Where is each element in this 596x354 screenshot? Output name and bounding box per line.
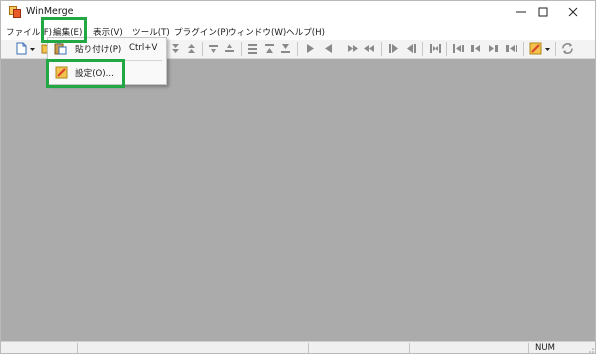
tb-last-diff-button[interactable] xyxy=(223,42,236,55)
tb-copy-left-button[interactable] xyxy=(322,42,335,55)
toolbar-separator xyxy=(202,42,203,56)
new-document-icon xyxy=(16,42,27,55)
num-lock-indicator: NUM xyxy=(535,343,555,353)
current-diff-icon xyxy=(248,44,257,54)
toolbar-separator xyxy=(422,42,423,56)
dropdown-arrow-icon xyxy=(545,48,550,51)
options-icon xyxy=(529,42,542,55)
diff-down-icon xyxy=(281,44,290,53)
merge-middle-icon xyxy=(471,45,480,52)
tb-first-diff-button[interactable] xyxy=(169,42,182,55)
menu-help[interactable]: ヘルプ(H) xyxy=(286,26,325,38)
tb-refresh-button[interactable] xyxy=(561,42,574,55)
settings-menu-item[interactable]: 設定(O)... xyxy=(75,67,114,79)
copy-left-icon xyxy=(325,44,332,53)
copy-right-advance-icon xyxy=(348,45,358,52)
dropdown-arrow-icon xyxy=(30,48,35,51)
tb-merge-middle-button[interactable] xyxy=(469,42,482,55)
status-pane xyxy=(410,343,529,353)
toolbar-separator xyxy=(241,42,242,56)
diff-up-icon xyxy=(265,44,274,53)
tb-current-diff-button[interactable] xyxy=(246,42,259,55)
status-pane xyxy=(1,343,78,353)
winmerge-icon xyxy=(9,6,21,18)
last-diff-icon xyxy=(225,44,234,52)
merge-all-icon xyxy=(506,45,517,52)
tb-next-diff-button[interactable] xyxy=(207,42,220,55)
toolbar-separator xyxy=(555,42,556,56)
tb-diff-up-button[interactable] xyxy=(263,42,276,55)
refresh-icon xyxy=(562,43,573,54)
tb-options-dropdown[interactable] xyxy=(544,42,551,55)
copy-left-advance-icon xyxy=(364,45,374,52)
copy-all-left-icon xyxy=(407,44,416,53)
edit-menu-dropdown: 貼り付け(P) Ctrl+V 設定(O)... xyxy=(47,37,167,85)
toolbar-separator xyxy=(381,42,382,56)
tb-diff-down-button[interactable] xyxy=(279,42,292,55)
first-diff-icon xyxy=(172,44,179,53)
tb-merge-right-button[interactable] xyxy=(487,42,500,55)
status-pane xyxy=(309,343,410,353)
settings-icon xyxy=(55,66,68,79)
tb-copy-right-button[interactable] xyxy=(304,42,317,55)
menu-window[interactable]: ウィンドウ(W) xyxy=(228,26,286,38)
toolbar-separator xyxy=(523,42,524,56)
resize-grip-icon[interactable] xyxy=(586,345,594,353)
tb-merge-all-button[interactable] xyxy=(505,42,518,55)
prev-diff-icon xyxy=(188,44,195,53)
winmerge-window: WinMerge ファイル(F) 編集(E) 表示(V) ツール(T) プラグイ… xyxy=(0,0,596,354)
toolbar-separator xyxy=(446,42,447,56)
paste-menu-item[interactable]: 貼り付け(P) xyxy=(75,43,121,55)
mdi-client-area xyxy=(1,59,595,341)
tb-merge-left-button[interactable] xyxy=(452,42,465,55)
menu-file[interactable]: ファイル(F) xyxy=(6,26,52,38)
maximize-icon xyxy=(538,7,548,17)
new-document-button[interactable] xyxy=(15,42,28,55)
menu-plugins[interactable]: プラグイン(P) xyxy=(174,26,229,38)
tb-copy-all-right-button[interactable] xyxy=(387,42,400,55)
merge-right-icon xyxy=(489,45,498,52)
copy-all-right-icon xyxy=(389,44,398,53)
toolbar-separator xyxy=(297,42,298,56)
menu-separator xyxy=(74,60,162,61)
status-pane xyxy=(78,343,309,353)
tb-copy-right-advance-button[interactable] xyxy=(346,42,359,55)
paste-shortcut: Ctrl+V xyxy=(129,43,158,53)
close-button[interactable] xyxy=(551,1,595,23)
tb-options-button[interactable] xyxy=(529,42,542,55)
copy-right-icon xyxy=(307,44,314,53)
compare-icon xyxy=(430,44,441,53)
merge-left-icon xyxy=(453,44,464,53)
new-document-dropdown[interactable] xyxy=(29,42,36,55)
tb-prev-diff-button[interactable] xyxy=(185,42,198,55)
tb-compare-button[interactable] xyxy=(429,42,442,55)
close-icon xyxy=(568,7,578,17)
next-diff-icon xyxy=(209,45,218,53)
tb-copy-all-left-button[interactable] xyxy=(405,42,418,55)
status-bar: NUM xyxy=(1,341,595,353)
title-bar: WinMerge xyxy=(1,1,595,23)
paste-icon xyxy=(54,42,67,55)
tb-copy-left-advance-button[interactable] xyxy=(363,42,376,55)
window-title: WinMerge xyxy=(26,6,74,17)
